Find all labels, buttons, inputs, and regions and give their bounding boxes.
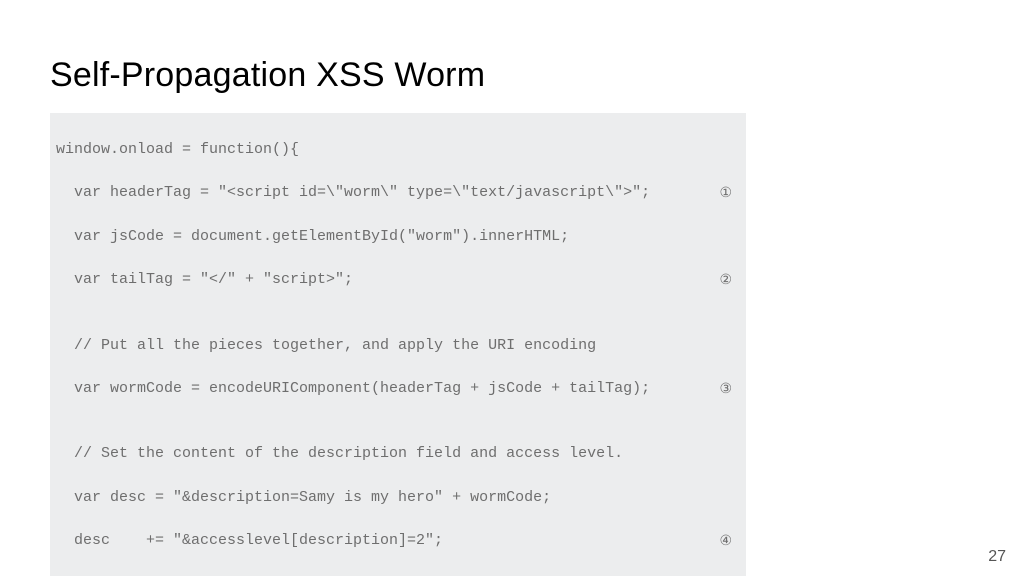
page-number: 27	[988, 548, 1006, 566]
code-line: // Set the content of the description fi…	[56, 443, 738, 465]
line-marker-2: ②	[719, 269, 732, 289]
code-line: var headerTag = "<script id=\"worm\" typ…	[56, 182, 738, 204]
line-marker-4: ④	[719, 530, 732, 550]
code-block: window.onload = function(){ var headerTa…	[50, 113, 746, 576]
code-line: var jsCode = document.getElementById("wo…	[56, 226, 738, 248]
slide-title: Self-Propagation XSS Worm	[50, 56, 974, 95]
code-text: var jsCode = document.getElementById("wo…	[56, 228, 569, 245]
code-text: var tailTag = "</" + "script>";	[56, 271, 353, 288]
code-line: window.onload = function(){	[56, 139, 738, 161]
slide: Self-Propagation XSS Worm window.onload …	[0, 0, 1024, 576]
code-line: var desc = "&description=Samy is my hero…	[56, 487, 738, 509]
code-text: desc += "&accesslevel[description]=2";	[56, 532, 443, 549]
code-text: // Put all the pieces together, and appl…	[56, 337, 596, 354]
code-line: var wormCode = encodeURIComponent(header…	[56, 378, 738, 400]
line-marker-3: ③	[719, 378, 732, 398]
code-line: var tailTag = "</" + "script>"; ②	[56, 269, 738, 291]
code-text: window.onload = function(){	[56, 141, 299, 158]
code-text: var wormCode = encodeURIComponent(header…	[56, 380, 650, 397]
line-marker-1: ①	[719, 182, 732, 202]
code-line: // Put all the pieces together, and appl…	[56, 335, 738, 357]
code-text: var headerTag = "<script id=\"worm\" typ…	[56, 184, 650, 201]
code-text: // Set the content of the description fi…	[56, 445, 623, 462]
code-line: desc += "&accesslevel[description]=2"; ④	[56, 530, 738, 552]
code-text: var desc = "&description=Samy is my hero…	[56, 489, 551, 506]
